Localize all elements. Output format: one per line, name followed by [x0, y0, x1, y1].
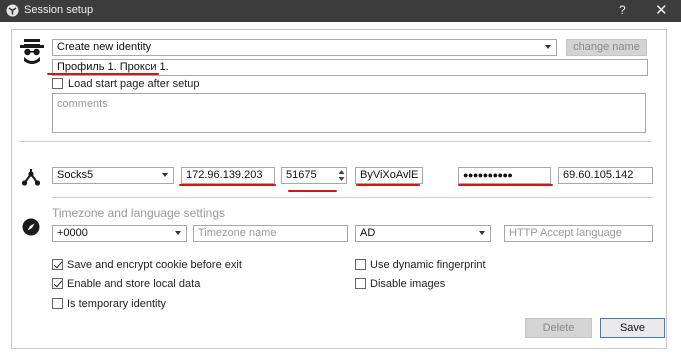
- annotation-underline: [288, 190, 337, 192]
- identity-select[interactable]: Create new identity: [52, 39, 557, 56]
- port-stepper-icon[interactable]: [337, 168, 346, 183]
- proxy-password-field[interactable]: ●●●●●●●●●●: [458, 167, 551, 184]
- comments-placeholder: comments: [57, 98, 108, 110]
- save-cookie-label: Save and encrypt cookie before exit: [67, 259, 242, 271]
- timezone-offset-select[interactable]: +0000: [52, 225, 187, 242]
- change-name-button[interactable]: change name: [566, 39, 647, 56]
- divider: [19, 141, 651, 142]
- local-data-checkbox[interactable]: [52, 278, 63, 289]
- language-select[interactable]: AD: [355, 225, 491, 242]
- dynamic-fingerprint-label: Use dynamic fingerprint: [370, 259, 486, 271]
- proxy-type-select[interactable]: Socks5: [52, 167, 174, 184]
- window-title: Session setup: [24, 4, 94, 16]
- proxy-login-field[interactable]: ByViXoAvlE: [355, 167, 423, 184]
- compass-icon: [22, 218, 40, 236]
- close-button[interactable]: ✕: [655, 1, 668, 19]
- language-select-value: AD: [360, 227, 376, 239]
- comments-field[interactable]: comments: [52, 93, 646, 133]
- save-button[interactable]: Save: [600, 318, 665, 338]
- load-start-page-label: Load start page after setup: [68, 78, 200, 90]
- temporary-identity-checkbox[interactable]: [52, 298, 63, 309]
- help-button[interactable]: ?: [619, 3, 626, 17]
- chevron-down-icon: [545, 45, 551, 49]
- divider: [52, 197, 653, 198]
- annotation-underline: [47, 73, 159, 75]
- app-logo-icon: [6, 4, 19, 17]
- identity-select-value: Create new identity: [57, 41, 152, 53]
- delete-button[interactable]: Delete: [525, 318, 592, 338]
- timezone-section-title: Timezone and language settings: [52, 206, 226, 220]
- proxy-type-value: Socks5: [57, 169, 94, 181]
- timezone-name-placeholder: Timezone name: [198, 227, 277, 239]
- chevron-down-icon: [162, 173, 168, 177]
- incognito-avatar-icon: [20, 39, 44, 64]
- save-cookie-checkbox[interactable]: [52, 259, 63, 270]
- title-bar: Session setup ? ✕: [0, 0, 681, 22]
- accept-language-field[interactable]: HTTP Accept language: [504, 225, 653, 242]
- accept-language-placeholder: HTTP Accept language: [509, 227, 622, 239]
- external-ip-field[interactable]: 69.60.105.142: [558, 167, 653, 184]
- temporary-identity-label: Is temporary identity: [67, 298, 167, 310]
- proxy-host-field[interactable]: 172.96.139.203: [181, 167, 275, 184]
- chevron-down-icon: [175, 231, 181, 235]
- timezone-offset-value: +0000: [57, 227, 88, 239]
- dynamic-fingerprint-checkbox[interactable]: [355, 259, 366, 270]
- disable-images-checkbox[interactable]: [355, 278, 366, 289]
- annotation-underline: [458, 184, 553, 186]
- network-nodes-icon: [21, 169, 41, 186]
- local-data-label: Enable and store local data: [67, 278, 201, 290]
- annotation-underline: [179, 184, 276, 186]
- disable-images-label: Disable images: [370, 278, 446, 290]
- annotation-underline: [356, 184, 420, 186]
- load-start-page-checkbox[interactable]: [52, 78, 63, 89]
- proxy-port-value: 51675: [286, 169, 317, 181]
- timezone-name-field[interactable]: Timezone name: [193, 225, 348, 242]
- chevron-down-icon: [479, 231, 485, 235]
